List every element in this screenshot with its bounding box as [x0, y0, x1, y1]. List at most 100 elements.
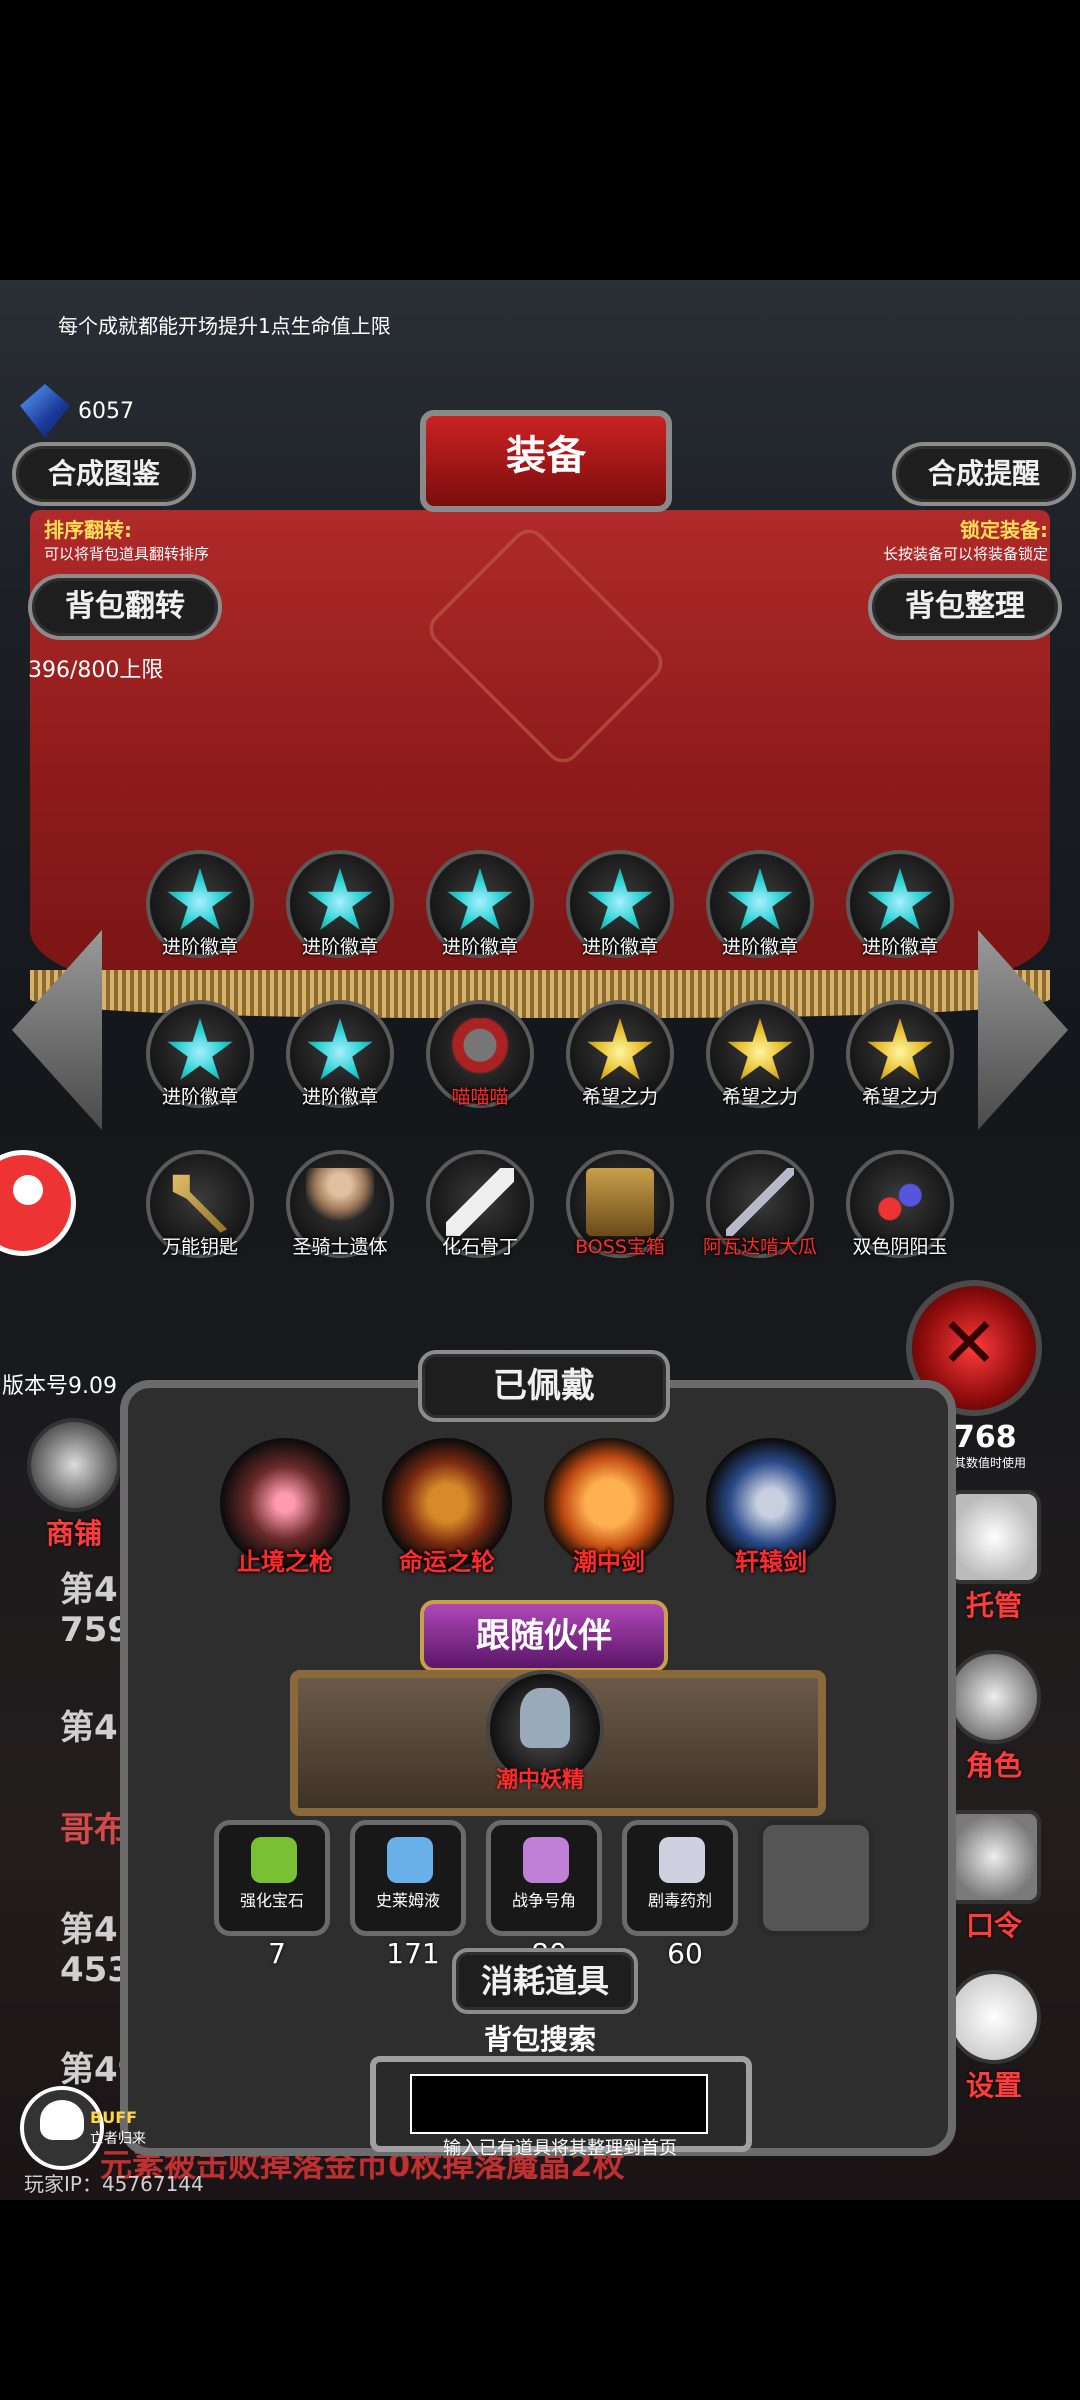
consumable-name: 剧毒药剂 — [647, 1891, 712, 1910]
bag-search-input[interactable] — [410, 2074, 708, 2134]
inventory-item[interactable]: 进阶徽章 — [138, 1000, 262, 1124]
equipped-item[interactable]: 命运之轮 — [382, 1438, 512, 1576]
code-button[interactable]: 口令 — [946, 1810, 1042, 1944]
inventory-item[interactable]: 进阶徽章 — [558, 850, 682, 974]
item-label: 喵喵喵 — [451, 1086, 509, 1108]
bag-flip-button[interactable]: 背包翻转 — [28, 574, 222, 640]
shop-button[interactable]: 商铺 — [26, 1418, 122, 1552]
bone-icon — [446, 1168, 514, 1236]
inventory-item[interactable]: 进阶徽章 — [838, 850, 962, 974]
companion-name: 潮中妖精 — [495, 1768, 584, 1793]
spear-icon — [250, 1458, 320, 1528]
skull-icon — [40, 2100, 84, 2140]
auto-manage-label: 托管 — [965, 1589, 1022, 1622]
inventory-item[interactable]: 万能钥匙 — [138, 1150, 262, 1274]
equipped-item-label: 止境之枪 — [237, 1548, 333, 1576]
inventory-item[interactable]: 希望之力 — [698, 1000, 822, 1124]
role-button[interactable]: 角色 — [946, 1650, 1042, 1784]
inventory-item[interactable]: 阿瓦达啃大瓜 — [698, 1150, 822, 1274]
inventory-item[interactable]: 希望之力 — [558, 1000, 682, 1124]
inventory-item[interactable]: 进阶徽章 — [418, 850, 542, 974]
item-label: 希望之力 — [721, 1086, 798, 1108]
bag-sort-button[interactable]: 背包整理 — [868, 574, 1062, 640]
item-label: 进阶徽章 — [721, 936, 798, 958]
companion-title: 跟随伙伴 — [420, 1600, 668, 1672]
consumable-name: 战争号角 — [511, 1891, 576, 1910]
person-icon — [13, 1175, 43, 1205]
inventory-item[interactable]: 喵喵喵 — [418, 1000, 542, 1124]
inventory-item[interactable]: 圣骑士遗体 — [278, 1150, 402, 1274]
role-label: 角色 — [965, 1749, 1022, 1782]
lock-equip-label: 锁定装备: — [960, 518, 1048, 542]
gem-count: 6057 — [78, 398, 134, 424]
item-label: 圣骑士遗体 — [292, 1236, 388, 1258]
item-label: 双色阴阳玉 — [852, 1236, 948, 1258]
version-label: 版本号9.09 — [2, 1374, 117, 1399]
shop-icon — [27, 1418, 121, 1512]
consumable-item[interactable]: 剧毒药剂 60 — [622, 1820, 738, 1970]
dice-icon — [947, 1490, 1041, 1584]
inventory-item[interactable]: 化石骨丁 — [418, 1150, 542, 1274]
sort-flip-info: 排序翻转: 可以将背包道具翻转排序 — [44, 514, 209, 564]
bag-capacity: 396/800上限 — [28, 658, 164, 683]
right-value-note: 其数值时使用 — [954, 1456, 1027, 1470]
empty-consumable-slot[interactable] — [758, 1820, 874, 1936]
right-value: 768 — [954, 1420, 1017, 1455]
flame-sword-icon — [574, 1458, 644, 1528]
equipped-item[interactable]: 轩辕剑 — [706, 1438, 836, 1576]
wheel-icon — [412, 1458, 482, 1528]
equipped-item[interactable]: 潮中剑 — [544, 1438, 674, 1576]
equipped-item-label: 命运之轮 — [399, 1548, 495, 1576]
sort-flip-label: 排序翻转: — [44, 518, 132, 542]
inventory-item[interactable]: 进阶徽章 — [138, 850, 262, 974]
item-label: 希望之力 — [861, 1086, 938, 1108]
achievement-tip: 每个成就都能开场提升1点生命值上限 — [58, 314, 391, 338]
inventory-item[interactable]: 希望之力 — [838, 1000, 962, 1124]
orbs-icon — [866, 1168, 934, 1236]
page-title: 装备 — [420, 410, 672, 512]
sort-flip-desc: 可以将背包道具翻转排序 — [44, 545, 210, 563]
staff-icon — [726, 1168, 794, 1236]
item-label: 万能钥匙 — [161, 1236, 238, 1258]
green-gem-icon — [251, 1837, 297, 1883]
auto-manage-button[interactable]: 托管 — [946, 1490, 1042, 1624]
war-horn-icon — [523, 1837, 569, 1883]
player-ip: 玩家IP：45767144 — [24, 2172, 204, 2196]
synth-atlas-button[interactable]: 合成图鉴 — [12, 442, 196, 506]
item-label: BOSS宝箱 — [575, 1236, 665, 1258]
consumables-title: 消耗道具 — [452, 1948, 638, 2014]
log-line-5: 第4 — [60, 1910, 118, 1950]
consumable-item[interactable]: 战争号角80 — [486, 1820, 602, 1970]
buff-desc: 亡者归来 — [90, 2131, 146, 2147]
bag-search-hint: 输入已有道具将其整理到首页 — [443, 2138, 677, 2159]
equipped-item[interactable]: 止境之枪 — [220, 1438, 350, 1576]
close-icon: ✕ — [939, 1302, 999, 1384]
bag-search-title: 背包搜索 — [483, 2023, 596, 2056]
blue-sword-icon — [736, 1458, 806, 1528]
log-line-3: 第4 — [60, 1708, 118, 1748]
equipped-row: 止境之枪 命运之轮 潮中剑 轩辕剑 — [220, 1428, 900, 1598]
consumable-item[interactable]: 史莱姆液 171 — [350, 1820, 466, 1970]
synth-remind-button[interactable]: 合成提醒 — [892, 442, 1076, 506]
code-label: 口令 — [965, 1909, 1022, 1942]
settings-button[interactable]: 设置 — [946, 1970, 1042, 2104]
player-avatar-button[interactable] — [0, 1150, 76, 1256]
consumable-item[interactable]: 强化宝石 7 — [214, 1820, 330, 1970]
scroll-icon — [947, 1810, 1041, 1904]
item-label: 进阶徽章 — [581, 936, 658, 958]
consumable-name: 史莱姆液 — [375, 1891, 440, 1910]
item-label: 阿瓦达啃大瓜 — [702, 1236, 817, 1258]
gear-icon — [947, 1970, 1041, 2064]
log-line-4: 哥布 — [60, 1810, 128, 1850]
item-label: 希望之力 — [581, 1086, 658, 1108]
equipped-item-label: 轩辕剑 — [735, 1548, 807, 1576]
item-label: 化石骨丁 — [441, 1236, 518, 1258]
inventory-item[interactable]: BOSS宝箱 — [558, 1150, 682, 1274]
inventory-item[interactable]: 进阶徽章 — [278, 1000, 402, 1124]
inventory-item[interactable]: 进阶徽章 — [278, 850, 402, 974]
inventory-item[interactable]: 双色阴阳玉 — [838, 1150, 962, 1274]
inventory-item[interactable]: 进阶徽章 — [698, 850, 822, 974]
item-label: 进阶徽章 — [441, 936, 518, 958]
item-label: 进阶徽章 — [301, 1086, 378, 1108]
item-label: 进阶徽章 — [161, 1086, 238, 1108]
